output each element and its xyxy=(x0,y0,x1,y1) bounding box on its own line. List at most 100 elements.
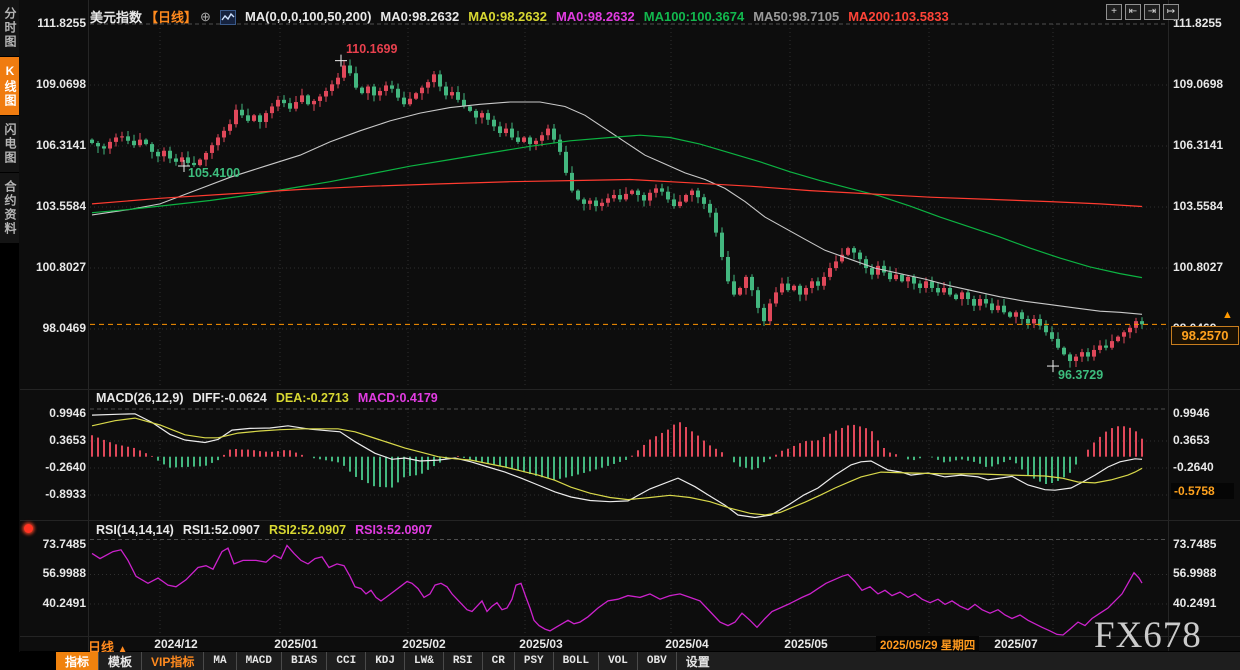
rsi3-value: RSI3:52.0907 xyxy=(355,523,432,537)
last-price-box: 98.2570 xyxy=(1171,326,1239,345)
chart-control-icons: + ⇤ ⇥ ↦ xyxy=(1106,4,1179,20)
x-label-may: 2025/05 xyxy=(784,637,827,651)
toolbar-item-boll[interactable]: BOLL xyxy=(553,652,598,670)
toolbar-item-obv[interactable]: OBV xyxy=(637,652,676,670)
toolbar-item-vip-indicators[interactable]: VIP指标 xyxy=(141,652,203,670)
main-y-right-3: 103.5584 xyxy=(1173,199,1237,214)
rsi-y-right-2: 40.2491 xyxy=(1173,596,1237,611)
macd-dea-value: DEA:-0.2713 xyxy=(276,391,349,405)
sidebar-tab-time-chart[interactable]: 分时图 xyxy=(0,0,19,57)
main-y-left-1: 109.0698 xyxy=(20,77,86,92)
main-y-left-0: 111.8255 xyxy=(20,16,86,31)
rsi-title: RSI(14,14,14) xyxy=(96,523,174,537)
ma-settings-label: MA(0,0,0,100,50,200) xyxy=(245,9,371,24)
macd-y-right-0: 0.9946 xyxy=(1173,406,1237,421)
shift-left-icon[interactable]: ⇤ xyxy=(1125,4,1141,20)
main-y-left-4: 100.8027 xyxy=(20,260,86,275)
x-label-mar: 2025/03 xyxy=(519,637,562,651)
ma0-value-3: MA0:98.2632 xyxy=(556,9,635,24)
macd-macd-value: MACD:0.4179 xyxy=(358,391,438,405)
macd-diff-value: DIFF:-0.0624 xyxy=(193,391,267,405)
x-label-dec: 2024/12 xyxy=(154,637,197,651)
macd-title: MACD(26,12,9) xyxy=(96,391,184,405)
x-axis: 日线 ▲ 2024/12 2025/01 2025/02 2025/03 202… xyxy=(20,637,1240,652)
toolbar-item-vol[interactable]: VOL xyxy=(598,652,637,670)
toolbar-item-indicators[interactable]: 指标 xyxy=(56,652,98,670)
ma0-value-2: MA0:98.2632 xyxy=(468,9,547,24)
rsi1-value: RSI1:52.0907 xyxy=(183,523,260,537)
x-label-feb: 2025/02 xyxy=(402,637,445,651)
main-chart-legend: 美元指数 【日线】 ⊕ MA(0,0,0,100,50,200) MA0:98.… xyxy=(90,7,949,26)
sidebar-tab-contract-info[interactable]: 合约资料 xyxy=(0,173,19,244)
pan-icon[interactable]: + xyxy=(1106,4,1122,20)
macd-crosshair-value-box: -0.5758 xyxy=(1171,483,1234,499)
ma50-value: MA50:98.7105 xyxy=(753,9,839,24)
period-tag: 【日线】 xyxy=(145,7,197,26)
ma50-line xyxy=(92,102,1142,314)
main-y-right-4: 100.8027 xyxy=(1173,260,1237,275)
jump-latest-icon[interactable]: ↦ xyxy=(1163,4,1179,20)
x-label-apr: 2025/04 xyxy=(665,637,708,651)
ma100-value: MA100:100.3674 xyxy=(644,9,744,24)
chart-canvas[interactable] xyxy=(0,0,1240,670)
alert-sun-icon[interactable] xyxy=(24,524,33,533)
shift-right-icon[interactable]: ⇥ xyxy=(1144,4,1160,20)
macd-y-left-2: -0.2640 xyxy=(20,460,86,475)
main-y-left-2: 106.3141 xyxy=(20,138,86,153)
main-macd-divider xyxy=(20,389,1240,390)
rsi2-value: RSI2:52.0907 xyxy=(269,523,346,537)
toolbar-item-templates[interactable]: 模板 xyxy=(98,652,141,670)
last-price-arrow-icon: ▲ xyxy=(1222,309,1233,321)
main-y-right-1: 109.0698 xyxy=(1173,77,1237,92)
main-y-right-2: 106.3141 xyxy=(1173,138,1237,153)
toolbar-item-bias[interactable]: BIAS xyxy=(281,652,326,670)
right-gutter-divider xyxy=(1168,0,1169,652)
dec-low-annotation: 105.4100 xyxy=(188,166,240,180)
macd-y-left-0: 0.9946 xyxy=(20,406,86,421)
toolbar-item-settings[interactable]: 设置 xyxy=(676,652,719,670)
expand-icon[interactable]: ⊕ xyxy=(200,9,211,25)
indicator-chart-icon[interactable] xyxy=(220,10,236,25)
toolbar-item-ma[interactable]: MA xyxy=(203,652,235,670)
trading-app: 分时图 K线图 闪电图 合约资料 美元指数 【日线】 ⊕ MA(0,0,0,10… xyxy=(0,0,1240,670)
macd-dea-line xyxy=(92,418,1142,515)
fx678-watermark: FX678 xyxy=(1094,614,1202,657)
rsi-y-left-0: 73.7485 xyxy=(20,537,86,552)
main-y-right-0: 111.8255 xyxy=(1173,16,1237,31)
rsi-line xyxy=(92,545,1142,635)
toolbar-item-cr[interactable]: CR xyxy=(482,652,514,670)
indicator-toolbar: 指标 模板 VIP指标 MA MACD BIAS CCI KDJ LW& RSI… xyxy=(0,652,1240,670)
macd-y-left-1: 0.3653 xyxy=(20,433,86,448)
toolbar-item-rsi[interactable]: RSI xyxy=(443,652,482,670)
main-y-left-5: 98.0469 xyxy=(20,321,86,336)
toolbar-item-psy[interactable]: PSY xyxy=(514,652,553,670)
rsi-y-left-2: 40.2491 xyxy=(20,596,86,611)
ma0-value-1: MA0:98.2632 xyxy=(380,9,459,24)
toolbar-item-cci[interactable]: CCI xyxy=(326,652,365,670)
ma200-value: MA200:103.5833 xyxy=(848,9,948,24)
rsi-y-right-1: 56.9988 xyxy=(1173,566,1237,581)
jun-low-annotation: 96.3729 xyxy=(1058,368,1103,382)
macd-diff-line xyxy=(92,414,1142,518)
rsi-legend: RSI(14,14,14) RSI1:52.0907 RSI2:52.0907 … xyxy=(96,523,432,537)
macd-y-right-2: -0.2640 xyxy=(1173,460,1237,475)
rsi-y-left-1: 56.9988 xyxy=(20,566,86,581)
left-gutter-divider xyxy=(88,0,89,652)
toolbar-item-macd[interactable]: MACD xyxy=(236,652,281,670)
toolbar-item-lw[interactable]: LW& xyxy=(404,652,443,670)
ma200-line xyxy=(92,180,1142,207)
sidebar-tab-lightning-chart[interactable]: 闪电图 xyxy=(0,116,19,173)
macd-rsi-divider xyxy=(20,520,1240,521)
x-label-jan: 2025/01 xyxy=(274,637,317,651)
sidebar-tab-kline-chart[interactable]: K线图 xyxy=(0,57,19,116)
x-label-jul: 2025/07 xyxy=(994,637,1037,651)
chart-type-sidebar: 分时图 K线图 闪电图 合约资料 xyxy=(0,0,19,670)
candles-group xyxy=(90,60,1144,368)
ma100-line xyxy=(92,135,1142,277)
high-annotation: 110.1699 xyxy=(346,42,397,56)
macd-legend: MACD(26,12,9) DIFF:-0.0624 DEA:-0.2713 M… xyxy=(96,391,438,405)
main-y-left-3: 103.5584 xyxy=(20,199,86,214)
toolbar-item-kdj[interactable]: KDJ xyxy=(365,652,404,670)
rsi-y-right-0: 73.7485 xyxy=(1173,537,1237,552)
macd-y-left-3: -0.8933 xyxy=(20,487,86,502)
